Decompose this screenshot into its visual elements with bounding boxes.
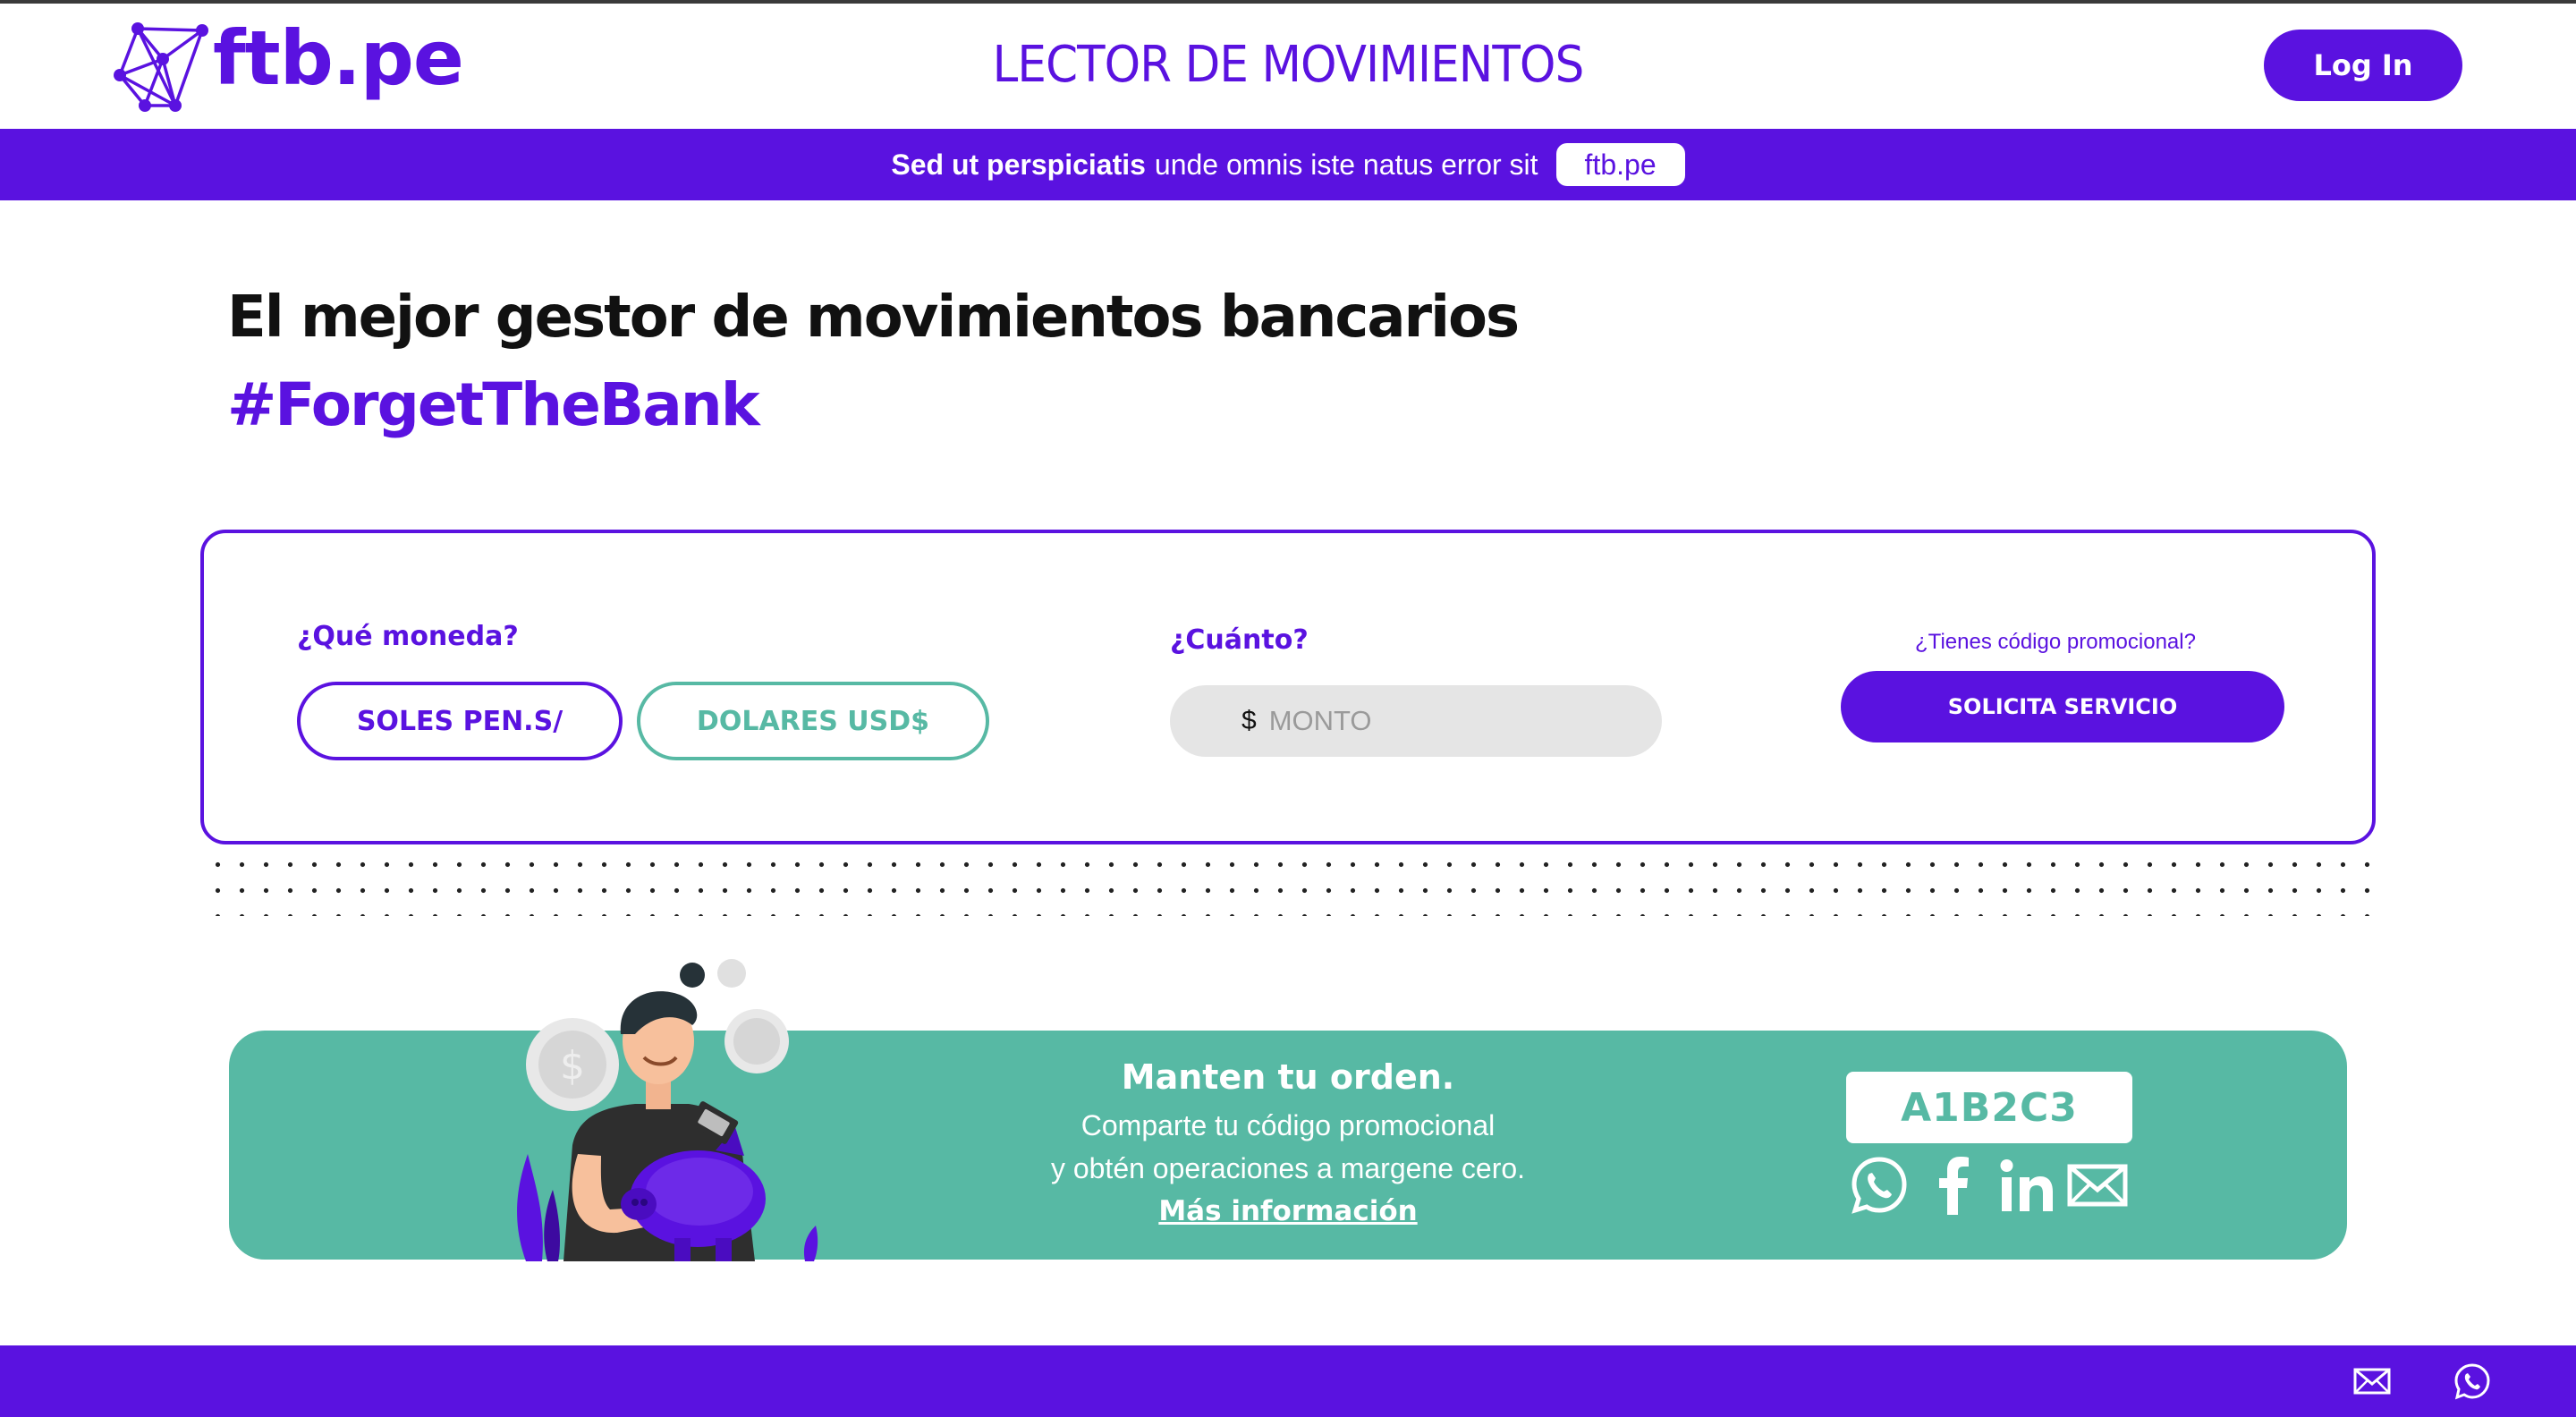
facebook-icon[interactable]	[1923, 1154, 1986, 1217]
mail-icon[interactable]	[2352, 1362, 2392, 1401]
hero-title: El mejor gestor de movimientos bancarios	[227, 284, 1520, 351]
piggy-bank-illustration: $	[517, 959, 818, 1261]
announcement-banner: Sed ut perspiciatis unde omnis iste natu…	[0, 129, 2576, 200]
currency-label: ¿Qué moneda?	[297, 621, 519, 652]
hero-hashtag: #ForgetTheBank	[227, 370, 760, 439]
whatsapp-icon[interactable]	[1848, 1154, 1911, 1217]
promo-code-link[interactable]: ¿Tienes código promocional?	[1841, 630, 2270, 655]
dolares-button[interactable]: DOLARES USD$	[637, 682, 989, 760]
amount-label: ¿Cuánto?	[1170, 624, 1309, 656]
mail-icon[interactable]	[2066, 1154, 2129, 1217]
request-service-button[interactable]: SOLICITA SERVICIO	[1841, 671, 2284, 742]
banner-link-pill[interactable]: ftb.pe	[1555, 143, 1685, 186]
amount-field[interactable]: $	[1170, 685, 1662, 757]
promo-text-line2: y obtén operaciones a margene cero.	[1050, 1152, 1526, 1184]
login-button[interactable]: Log In	[2264, 30, 2462, 101]
banner-text: unde omnis iste natus error sit	[1154, 148, 1538, 181]
banner-bold-text: Sed ut perspiciatis	[891, 148, 1146, 181]
promo-text-line1: Comparte tu código promocional	[1080, 1109, 1496, 1141]
currency-symbol: $	[1241, 706, 1257, 735]
promo-title: Manten tu orden.	[1121, 1057, 1455, 1097]
amount-input[interactable]	[1268, 705, 1609, 737]
linkedin-icon[interactable]	[1996, 1154, 2059, 1217]
more-info-link[interactable]: Más información	[930, 1195, 1646, 1227]
svg-text:$: $	[560, 1043, 585, 1089]
footer	[0, 1345, 2576, 1417]
dotted-divider	[206, 844, 2376, 916]
page-title: LECTOR DE MOVIMIENTOS	[992, 36, 1585, 94]
promo-code-box[interactable]: A1B2C3	[1846, 1072, 2132, 1143]
soles-button[interactable]: SOLES PEN.S/	[297, 682, 623, 760]
whatsapp-icon[interactable]	[2453, 1362, 2492, 1401]
header: ftb.pe LECTOR DE MOVIMIENTOS Log In	[0, 4, 2576, 129]
exchange-form-card: ¿Qué moneda? SOLES PEN.S/ DOLARES USD$ ¿…	[200, 530, 2376, 844]
